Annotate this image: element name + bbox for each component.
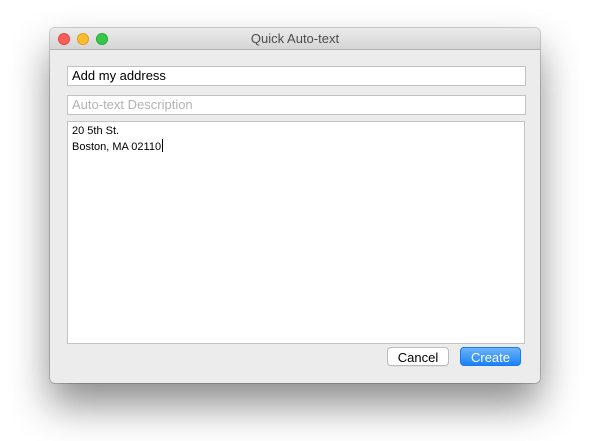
auto-text-body-field[interactable]: 20 5th St. Boston, MA 02110 [67, 121, 525, 344]
quick-auto-text-window: Quick Auto-text Add my address Auto-text… [50, 28, 540, 383]
body-line: Boston, MA 02110 [72, 141, 162, 153]
body-line: 20 5th St. [72, 125, 120, 137]
zoom-icon[interactable] [96, 33, 108, 45]
auto-text-name-field[interactable]: Add my address [67, 66, 526, 86]
title-bar[interactable]: Quick Auto-text [50, 28, 540, 50]
minimize-icon[interactable] [77, 33, 89, 45]
text-caret [162, 139, 164, 152]
window-title: Quick Auto-text [250, 31, 340, 46]
auto-text-description-field[interactable]: Auto-text Description [67, 95, 526, 115]
body-line-with-caret: Boston, MA 02110 [72, 139, 520, 155]
cancel-button[interactable]: Cancel [387, 347, 449, 366]
close-icon[interactable] [58, 33, 70, 45]
create-button[interactable]: Create [460, 347, 521, 366]
